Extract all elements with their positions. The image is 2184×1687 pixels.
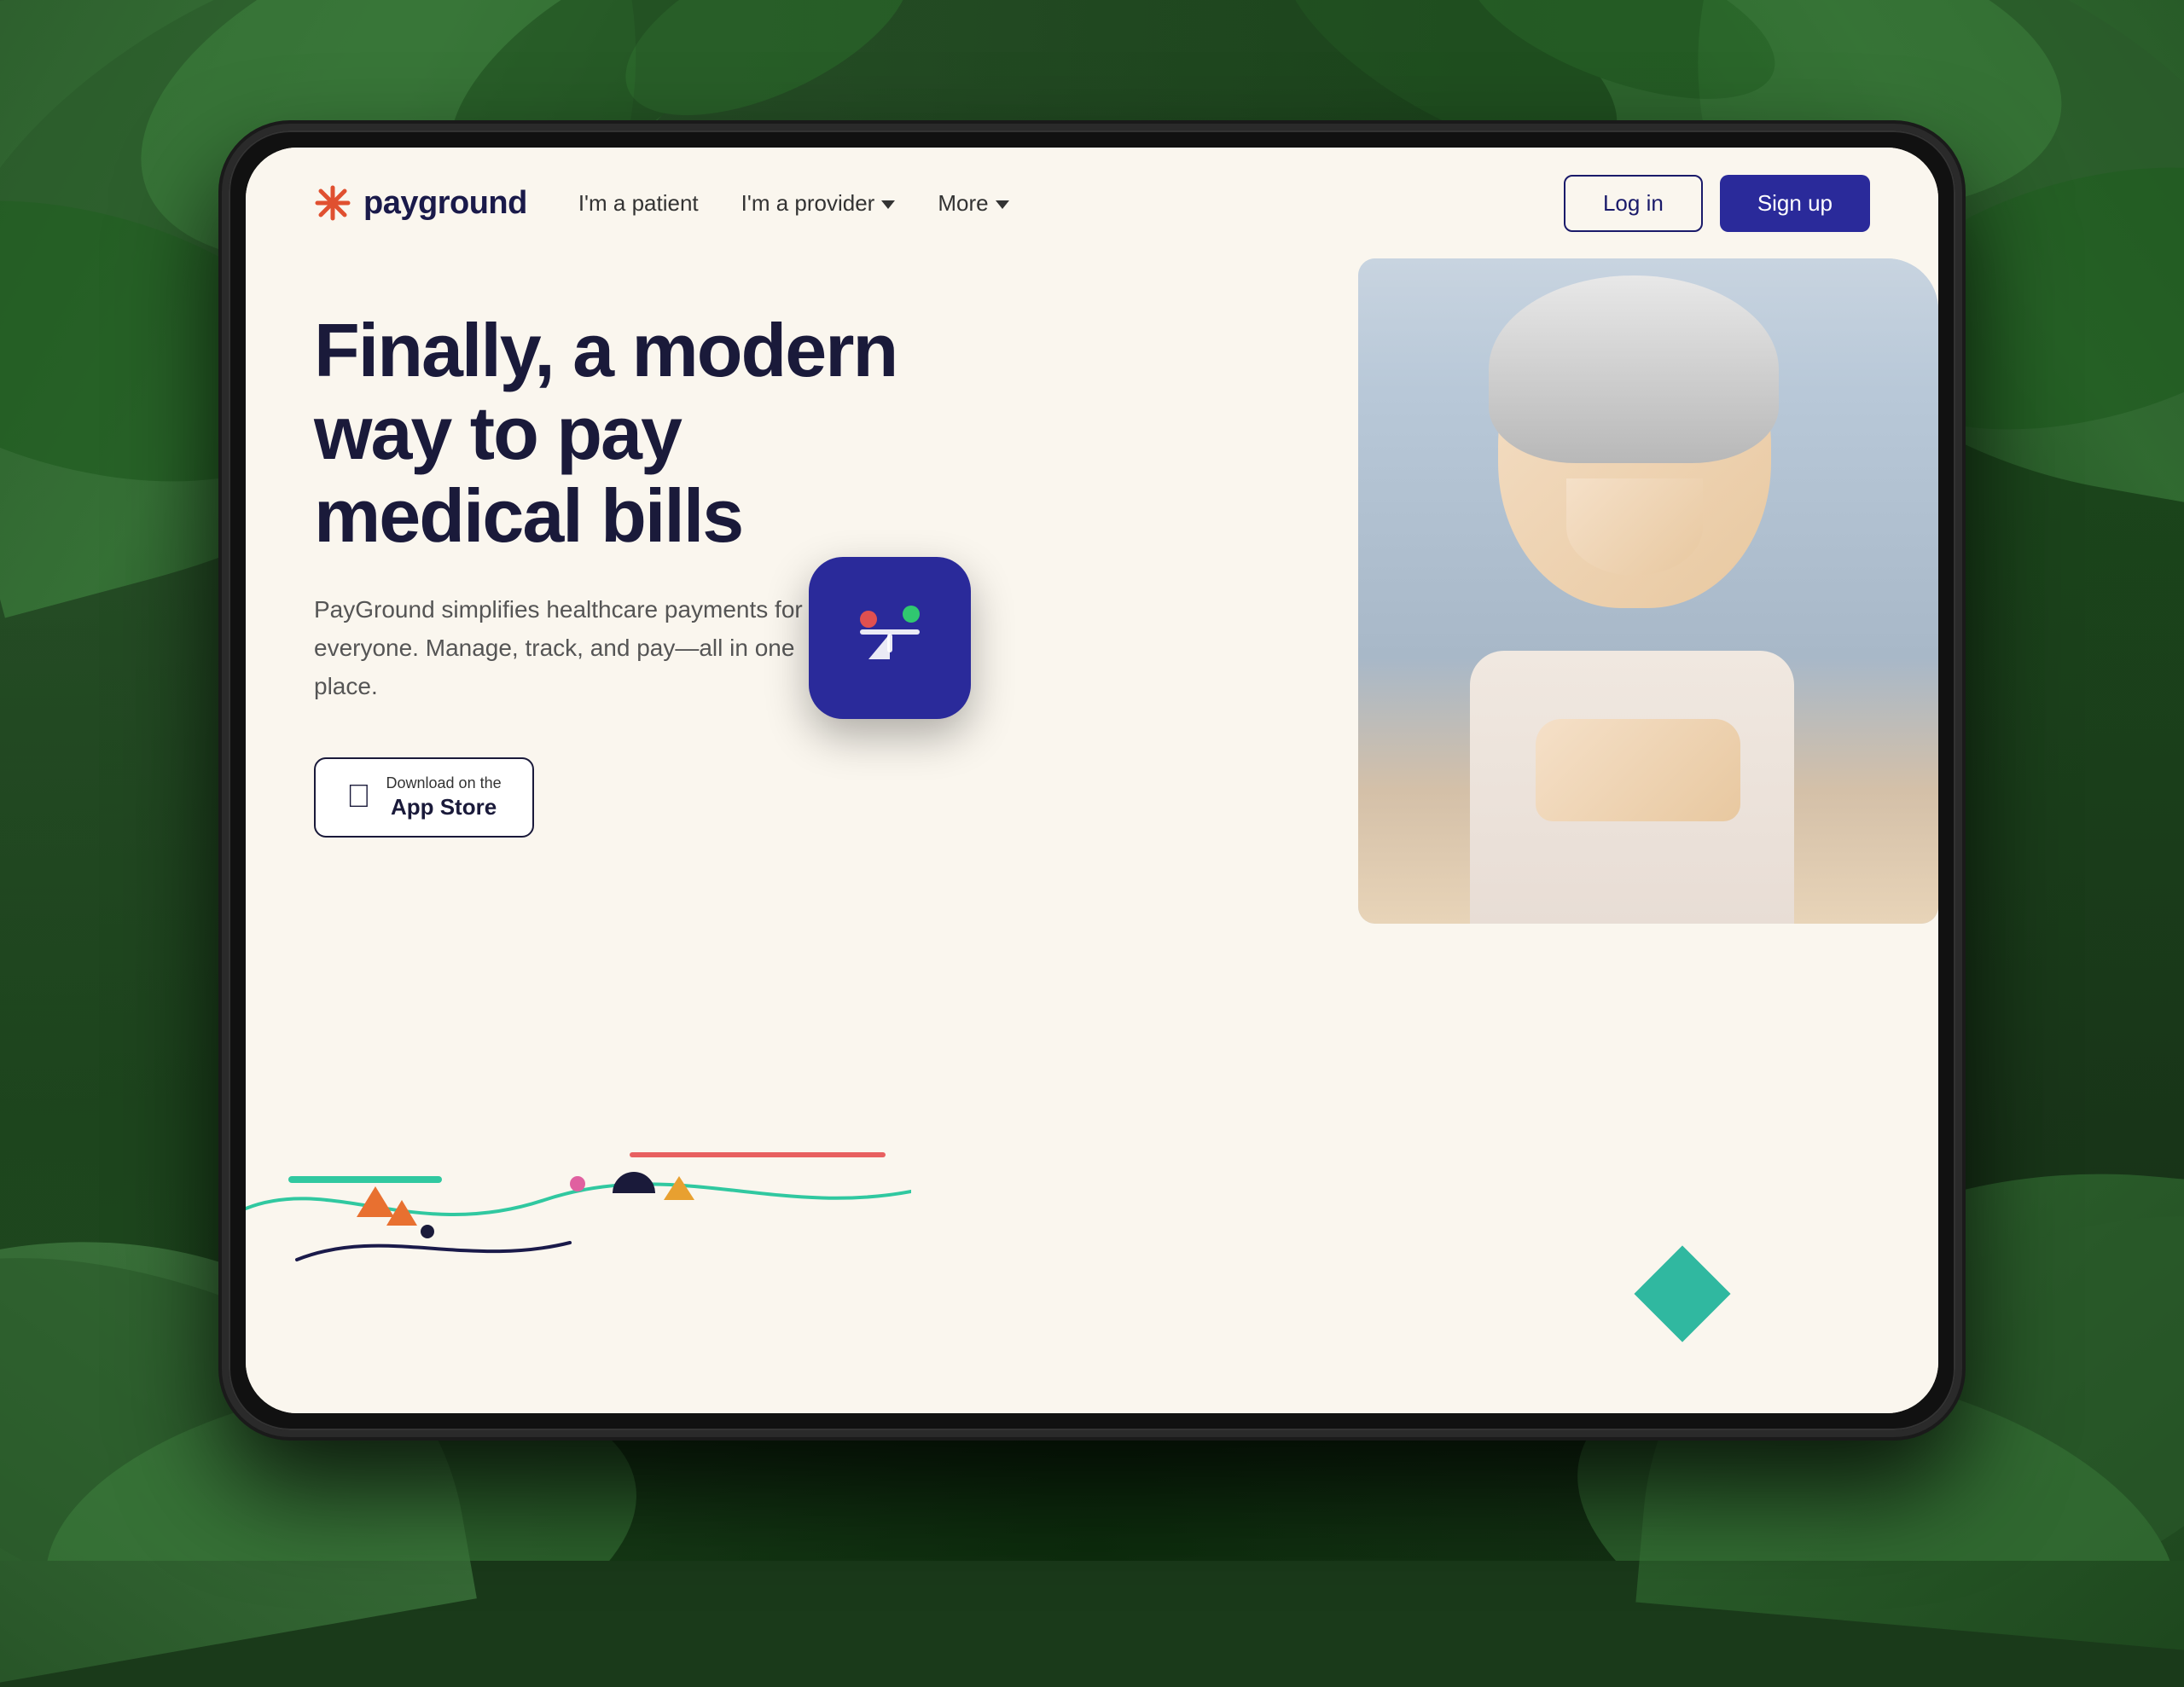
triangle-yellow-icon bbox=[664, 1176, 694, 1200]
person-hair bbox=[1489, 275, 1779, 463]
logo-icon bbox=[314, 184, 351, 222]
app-store-button[interactable]:  Download on the App Store bbox=[314, 757, 534, 838]
logo[interactable]: payground bbox=[314, 184, 527, 222]
salmon-bar-decoration bbox=[630, 1152, 886, 1157]
nav-provider[interactable]: I'm a provider bbox=[741, 190, 896, 217]
login-button[interactable]: Log in bbox=[1564, 175, 1703, 232]
logo-text: payground bbox=[363, 185, 527, 222]
teal-diamond-decoration bbox=[1634, 1245, 1730, 1342]
balance-scale-icon bbox=[843, 595, 937, 681]
nav-more[interactable]: More bbox=[938, 190, 1008, 217]
black-dot-decoration bbox=[421, 1225, 434, 1238]
screen: payground I'm a patient I'm a provider M… bbox=[246, 148, 1938, 1413]
app-icon bbox=[809, 557, 971, 719]
hero-subtitle: PayGround simplifies healthcare payments… bbox=[314, 591, 809, 705]
nav-actions: Log in Sign up bbox=[1564, 175, 1870, 232]
apple-icon:  bbox=[346, 779, 371, 815]
pink-dot-decoration bbox=[570, 1176, 585, 1191]
nav-links: I'm a patient I'm a provider More bbox=[578, 190, 1009, 217]
hero-section: Finally, a modern way to pay medical bil… bbox=[246, 258, 1938, 1413]
signup-button[interactable]: Sign up bbox=[1720, 175, 1870, 232]
person-hands bbox=[1536, 719, 1740, 821]
app-store-text: Download on the App Store bbox=[386, 774, 502, 820]
provider-chevron-icon bbox=[881, 200, 895, 209]
teal-bar-decoration bbox=[288, 1176, 442, 1183]
nav-patient[interactable]: I'm a patient bbox=[578, 190, 699, 217]
hero-image bbox=[1358, 258, 1938, 924]
navbar: payground I'm a patient I'm a provider M… bbox=[246, 148, 1938, 258]
triangle-orange-2-icon bbox=[386, 1200, 417, 1226]
more-chevron-icon bbox=[996, 200, 1009, 209]
decorative-waves bbox=[246, 1140, 911, 1277]
tablet-frame: payground I'm a patient I'm a provider M… bbox=[222, 124, 1962, 1437]
hero-title: Finally, a modern way to pay medical bil… bbox=[314, 310, 911, 557]
